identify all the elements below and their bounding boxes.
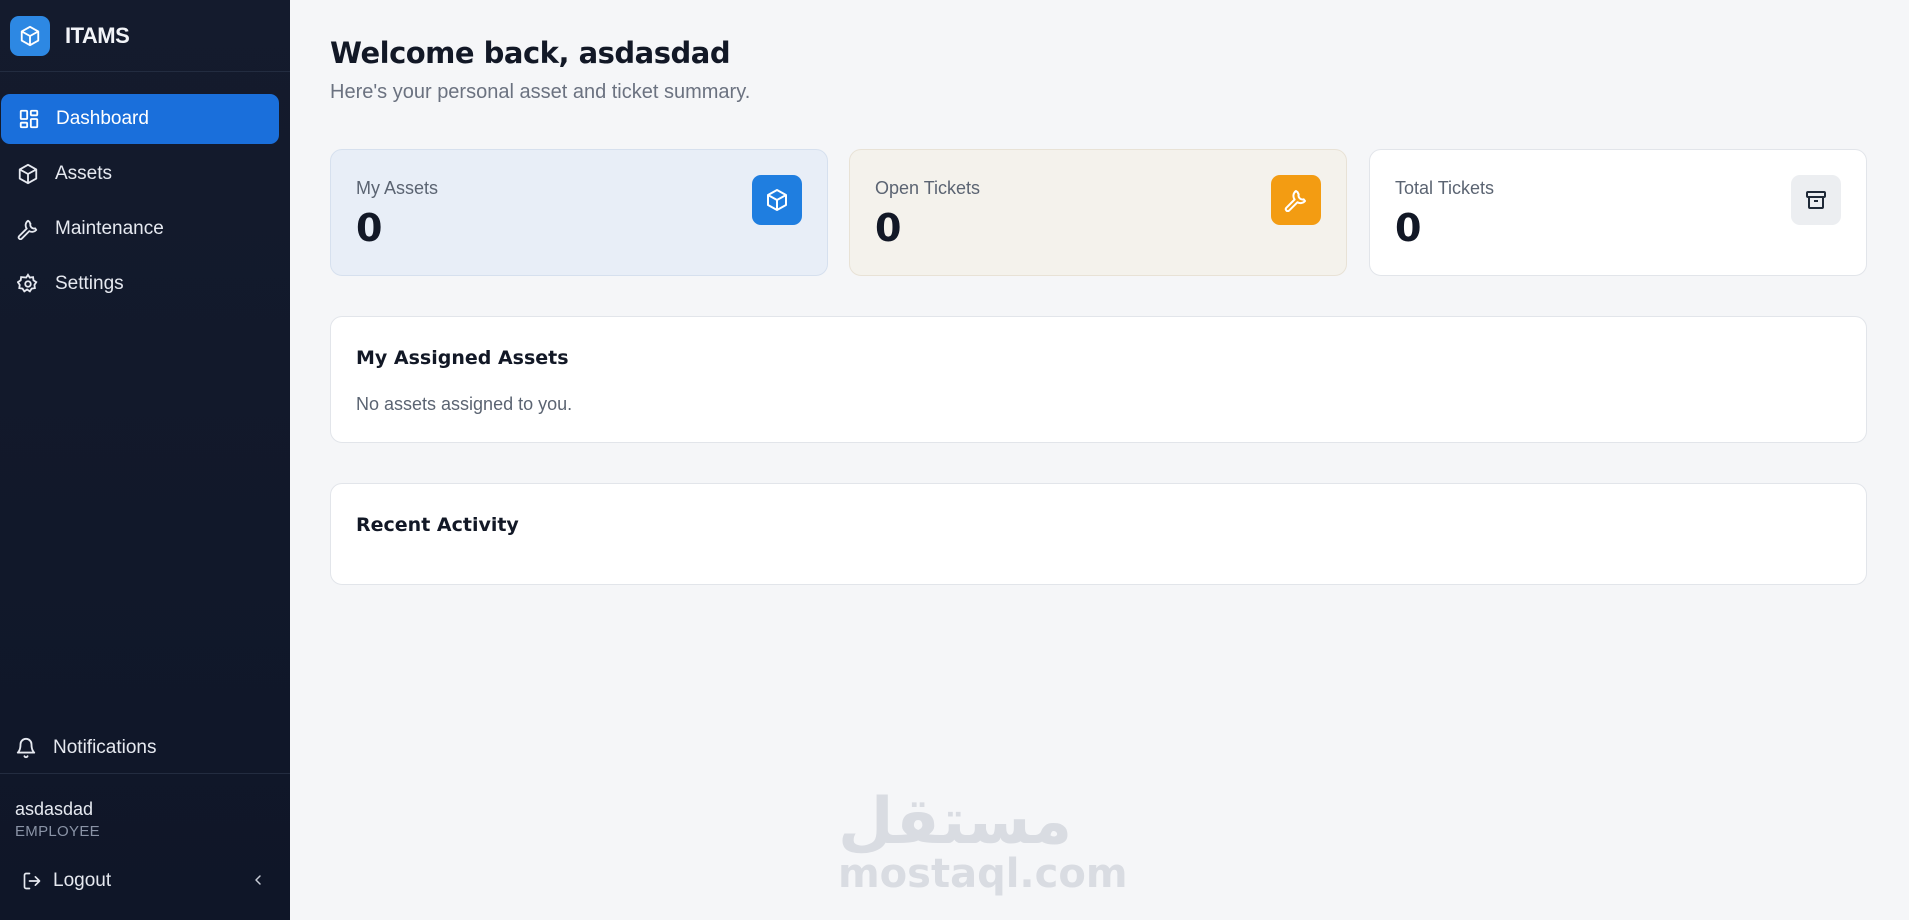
main-content: Welcome back, asdasdad Here's your perso… [290,0,1909,920]
cube-icon [16,162,40,186]
empty-state-text: No assets assigned to you. [356,394,573,414]
recent-activity-panel: Recent Activity [330,483,1867,585]
sidebar-item-label: Assets [55,163,113,184]
wrench-icon [16,217,40,241]
chevron-left-icon[interactable] [246,868,270,892]
stat-value: 0 [875,206,902,250]
sidebar-item-label: Settings [55,273,124,294]
sidebar-item-maintenance[interactable]: Maintenance [0,204,279,254]
watermark-latin: mostaql.com [838,851,1128,897]
assigned-assets-panel: My Assigned Assets No assets assigned to… [330,316,1867,443]
watermark-arabic: مستقل [838,785,1073,859]
panel-title: My Assigned Assets [356,347,569,369]
stat-card-total-tickets: Total Tickets 0 [1369,149,1867,276]
sidebar-item-dashboard[interactable]: Dashboard [1,94,279,144]
user-info: asdasdad EMPLOYEE [15,799,100,840]
stat-value: 0 [1395,206,1422,250]
page-title: Welcome back, asdasdad [330,36,731,70]
brand[interactable]: ITAMS [0,0,290,72]
stat-label: My Assets [356,178,439,198]
cube-icon [752,175,802,225]
stat-card-my-assets: My Assets 0 [330,149,828,276]
panel-title: Recent Activity [356,514,519,536]
notifications-label: Notifications [53,736,157,758]
stat-label: Open Tickets [875,178,981,198]
sidebar-item-label: Dashboard [56,108,149,129]
cube-icon [10,15,50,56]
user-name: asdasdad [15,799,94,819]
sidebar: ITAMS Dashboard Assets Maintenance Setti… [0,0,290,920]
bell-icon [14,736,38,760]
logout-label: Logout [53,870,112,891]
archive-icon [1791,175,1841,225]
watermark-logo: مستقل mostaql.com [838,785,1128,897]
logout-icon [20,869,44,893]
brand-name: ITAMS [65,22,130,48]
dashboard-icon [17,107,41,131]
user-role: EMPLOYEE [15,823,100,840]
gear-icon [16,272,40,296]
sidebar-item-assets[interactable]: Assets [0,149,279,199]
page-subtitle: Here's your personal asset and ticket su… [330,81,751,103]
stat-label: Total Tickets [1395,178,1495,198]
wrench-icon [1271,175,1321,225]
sidebar-item-label: Maintenance [55,218,164,239]
sidebar-item-settings[interactable]: Settings [0,259,279,309]
sidebar-nav: Dashboard Assets Maintenance Settings [0,72,290,309]
logout-button[interactable]: Logout [20,866,270,896]
stat-card-open-tickets: Open Tickets 0 [849,149,1347,276]
notifications-button[interactable]: Notifications [0,722,290,774]
stat-value: 0 [356,206,383,250]
